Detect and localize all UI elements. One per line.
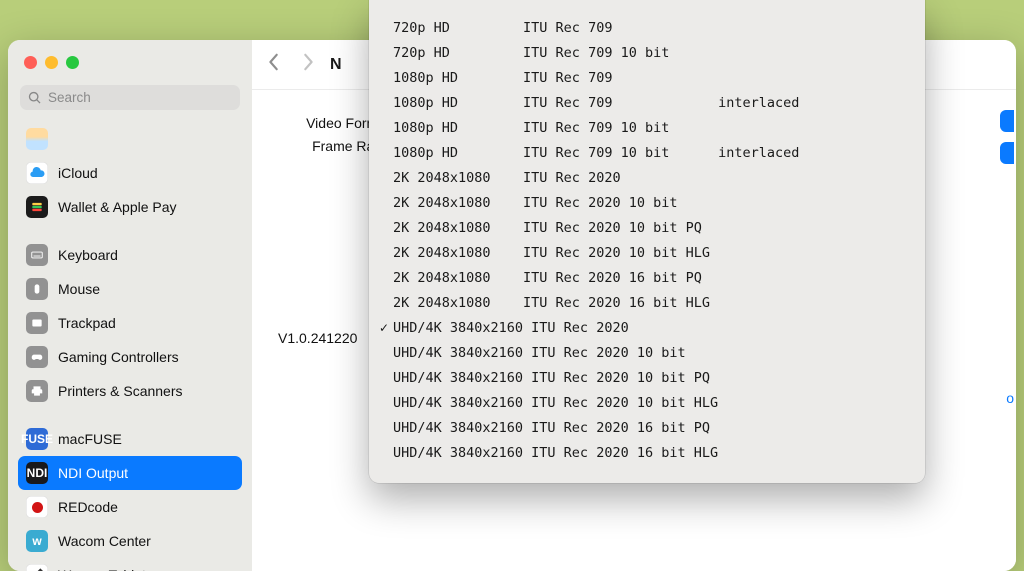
sidebar-item-label: Printers & Scanners	[58, 383, 183, 399]
window-controls	[8, 52, 252, 85]
sidebar-item-trackpad[interactable]: Trackpad	[18, 306, 242, 340]
frame-rate-popup-edge[interactable]	[1000, 142, 1014, 164]
search-input[interactable]	[48, 90, 232, 105]
sidebar-item-redcode[interactable]: REDcode	[18, 490, 242, 524]
icloud-icon	[26, 162, 48, 184]
trackpad-icon	[26, 312, 48, 334]
fullscreen-window-button[interactable]	[66, 56, 79, 69]
sidebar-nav: iCloud Wallet & Apple Pay Keyboard	[8, 120, 252, 571]
dropdown-option[interactable]: 2K 2048x1080 ITU Rec 2020 10 bit PQ	[375, 216, 917, 241]
dropdown-option-label: UHD/4K 3840x2160 ITU Rec 2020 10 bit PQ	[391, 366, 710, 391]
dropdown-option[interactable]: 2K 2048x1080 ITU Rec 2020 10 bit HLG	[375, 241, 917, 266]
dropdown-option[interactable]: ✓UHD/4K 3840x2160 ITU Rec 2020	[375, 316, 917, 341]
dropdown-option-label: 2K 2048x1080 ITU Rec 2020 10 bit PQ	[391, 216, 702, 241]
link-fragment[interactable]: o	[1006, 390, 1014, 406]
dropdown-option-label: UHD/4K 3840x2160 ITU Rec 2020 16 bit PQ	[391, 416, 710, 441]
dropdown-option-label: 720p HD ITU Rec 709 10 bit	[391, 41, 669, 66]
dropdown-option[interactable]: 2K 2048x1080 ITU Rec 2020 16 bit HLG	[375, 291, 917, 316]
sidebar-item-icloud[interactable]: iCloud	[18, 156, 242, 190]
sidebar-item-label: Gaming Controllers	[58, 349, 179, 365]
gamepad-icon	[26, 346, 48, 368]
dropdown-option[interactable]: 720p HD ITU Rec 709	[375, 16, 917, 41]
close-window-button[interactable]	[24, 56, 37, 69]
sidebar-item-label: Wacom Center	[58, 533, 151, 549]
dropdown-option-label: 2K 2048x1080 ITU Rec 2020 16 bit HLG	[391, 291, 710, 316]
sidebar-item-keyboard[interactable]: Keyboard	[18, 238, 242, 272]
sidebar-item-macfuse[interactable]: FUSE macFUSE	[18, 422, 242, 456]
sidebar-item-label: Keyboard	[58, 247, 118, 263]
wallet-icon	[26, 196, 48, 218]
dropdown-option-label: UHD/4K 3840x2160 ITU Rec 2020 16 bit HLG	[391, 441, 718, 466]
mouse-icon	[26, 278, 48, 300]
sidebar-item-label: Wacom Tablet	[58, 567, 146, 571]
sidebar-item-label: Mouse	[58, 281, 100, 297]
dropdown-option-label: 1080p HD ITU Rec 709	[391, 66, 612, 91]
video-format-dropdown[interactable]: 720p HD ITU Rec 709720p HD ITU Rec 709 1…	[369, 0, 925, 483]
dropdown-option[interactable]: 1080p HD ITU Rec 709 interlaced	[375, 91, 917, 116]
sidebar-item-gaming[interactable]: Gaming Controllers	[18, 340, 242, 374]
sidebar: iCloud Wallet & Apple Pay Keyboard	[8, 40, 252, 571]
printer-icon	[26, 380, 48, 402]
wacom-tablet-icon	[26, 564, 48, 571]
dropdown-option-label: 1080p HD ITU Rec 709 10 bit interlaced	[391, 141, 799, 166]
dropdown-option-label: 2K 2048x1080 ITU Rec 2020 10 bit	[391, 191, 677, 216]
sidebar-item-label: iCloud	[58, 165, 98, 181]
sidebar-item-label: macFUSE	[58, 431, 122, 447]
sidebar-item-wacom-center[interactable]: w Wacom Center	[18, 524, 242, 558]
sidebar-item-label: Trackpad	[58, 315, 116, 331]
dropdown-option[interactable]: UHD/4K 3840x2160 ITU Rec 2020 10 bit PQ	[375, 366, 917, 391]
dropdown-option-label: 1080p HD ITU Rec 709 10 bit	[391, 116, 669, 141]
sidebar-item-top-blurred[interactable]	[18, 122, 242, 156]
dropdown-option-label: UHD/4K 3840x2160 ITU Rec 2020 10 bit	[391, 341, 686, 366]
dropdown-option-label: 2K 2048x1080 ITU Rec 2020 10 bit HLG	[391, 241, 710, 266]
dropdown-option[interactable]: UHD/4K 3840x2160 ITU Rec 2020 16 bit PQ	[375, 416, 917, 441]
forward-button[interactable]	[302, 53, 314, 76]
search-icon	[28, 91, 42, 105]
video-format-popup-edge[interactable]	[1000, 110, 1014, 132]
checkmark-icon: ✓	[377, 316, 391, 341]
dropdown-option[interactable]: 1080p HD ITU Rec 709 10 bit interlaced	[375, 141, 917, 166]
dropdown-option-label: UHD/4K 3840x2160 ITU Rec 2020	[391, 316, 629, 341]
minimize-window-button[interactable]	[45, 56, 58, 69]
sidebar-item-ndi-output[interactable]: NDI NDI Output	[18, 456, 242, 490]
dropdown-option[interactable]: 2K 2048x1080 ITU Rec 2020	[375, 166, 917, 191]
sidebar-item-label: REDcode	[58, 499, 118, 515]
back-button[interactable]	[268, 53, 280, 76]
keyboard-icon	[26, 244, 48, 266]
sidebar-item-label: NDI Output	[58, 465, 128, 481]
dropdown-option[interactable]: UHD/4K 3840x2160 ITU Rec 2020 10 bit	[375, 341, 917, 366]
sidebar-item-wallet[interactable]: Wallet & Apple Pay	[18, 190, 242, 224]
dropdown-option-label: 1080p HD ITU Rec 709 interlaced	[391, 91, 799, 116]
dropdown-option-label: 2K 2048x1080 ITU Rec 2020 16 bit PQ	[391, 266, 702, 291]
macfuse-icon: FUSE	[26, 428, 48, 450]
sidebar-item-wacom-tablet[interactable]: Wacom Tablet	[18, 558, 242, 571]
dropdown-option[interactable]: 2K 2048x1080 ITU Rec 2020 16 bit PQ	[375, 266, 917, 291]
page-title: N	[330, 56, 342, 74]
generic-icon	[26, 128, 48, 150]
dropdown-option[interactable]: 2K 2048x1080 ITU Rec 2020 10 bit	[375, 191, 917, 216]
dropdown-option-label: UHD/4K 3840x2160 ITU Rec 2020 10 bit HLG	[391, 391, 718, 416]
dropdown-option[interactable]: 720p HD ITU Rec 709 10 bit	[375, 41, 917, 66]
search-field-container[interactable]	[20, 85, 240, 110]
dropdown-option[interactable]: UHD/4K 3840x2160 ITU Rec 2020 16 bit HLG	[375, 441, 917, 466]
sidebar-item-printers[interactable]: Printers & Scanners	[18, 374, 242, 408]
dropdown-option[interactable]: 1080p HD ITU Rec 709 10 bit	[375, 116, 917, 141]
dropdown-option[interactable]: UHD/4K 3840x2160 ITU Rec 2020 10 bit HLG	[375, 391, 917, 416]
wacom-center-icon: w	[26, 530, 48, 552]
dropdown-option-label: 2K 2048x1080 ITU Rec 2020	[391, 166, 621, 191]
sidebar-item-mouse[interactable]: Mouse	[18, 272, 242, 306]
ndi-icon: NDI	[26, 462, 48, 484]
redcode-icon	[26, 496, 48, 518]
dropdown-option-label: 720p HD ITU Rec 709	[391, 16, 612, 41]
sidebar-item-label: Wallet & Apple Pay	[58, 199, 177, 215]
version-label: V1.0.241220	[278, 330, 357, 346]
dropdown-option[interactable]: 1080p HD ITU Rec 709	[375, 66, 917, 91]
